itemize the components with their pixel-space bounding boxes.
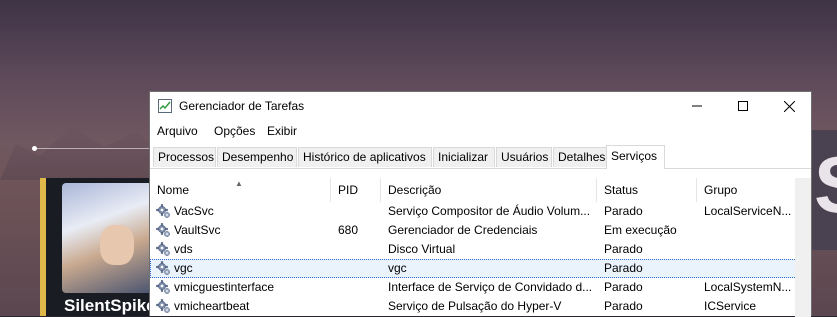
menu-exibir[interactable]: Exibir xyxy=(267,124,297,138)
progress-line xyxy=(34,148,152,149)
column-nome[interactable]: ▲ Nome xyxy=(150,178,330,202)
cell-pid: 680 xyxy=(338,223,359,237)
minimize-button[interactable] xyxy=(674,92,720,120)
tab-bar: Processos Desempenho Histórico de aplica… xyxy=(150,144,811,169)
table-row[interactable]: vmicheartbeat Serviço de Pulsação do Hype… xyxy=(150,297,811,316)
cell-pid xyxy=(338,278,378,297)
cell-name: VacSvc xyxy=(174,204,214,218)
cell-group xyxy=(704,240,792,259)
menu-opcoes[interactable]: Opções xyxy=(214,124,255,138)
cell-group xyxy=(704,221,792,240)
progress-dot xyxy=(32,146,37,151)
cell-name: vgc xyxy=(174,261,193,275)
game-logo-glyph: S xyxy=(814,140,837,230)
player-avatar xyxy=(62,183,152,293)
maximize-button[interactable] xyxy=(720,92,766,120)
cell-status: Parado xyxy=(604,261,643,275)
cell-name: vds xyxy=(174,242,193,256)
tab-inicializar[interactable]: Inicializar xyxy=(433,147,495,167)
service-gear-icon xyxy=(156,204,171,219)
player-card[interactable]: SilentSpike xyxy=(40,178,156,316)
tab-detalhes[interactable]: Detalhes xyxy=(553,147,607,167)
cell-status: Em execução xyxy=(604,223,677,237)
service-gear-icon xyxy=(156,299,171,314)
menu-arquivo[interactable]: Arquivo xyxy=(157,124,198,138)
tab-servicos[interactable]: Serviços xyxy=(606,145,665,169)
table-header: ▲ Nome PID Descrição Status Grupo xyxy=(150,178,811,202)
title-bar[interactable]: Gerenciador de Tarefas xyxy=(150,92,811,120)
cell-group: ICService xyxy=(704,299,757,313)
table-row[interactable]: VacSvc Serviço Compositor de Áudio Volum.… xyxy=(150,202,811,221)
cell-name: vmicguestinterface xyxy=(174,280,275,294)
column-pid[interactable]: PID xyxy=(331,178,381,202)
cell-pid xyxy=(338,202,378,221)
column-descricao[interactable]: Descrição xyxy=(381,178,597,202)
cell-description: Interface de Serviço de Convidado d... xyxy=(388,280,593,294)
cell-description: Disco Virtual xyxy=(388,242,456,256)
vertical-scrollbar[interactable] xyxy=(795,178,811,317)
menu-bar: Arquivo Opções Exibir xyxy=(150,120,811,144)
cell-name: VaultSvc xyxy=(174,223,221,237)
cell-pid xyxy=(338,240,378,259)
cell-description: Serviço Compositor de Áudio Volum... xyxy=(388,204,591,218)
window-title: Gerenciador de Tarefas xyxy=(179,99,305,113)
cell-status: Parado xyxy=(604,280,643,294)
close-button[interactable] xyxy=(766,92,812,120)
column-status[interactable]: Status xyxy=(597,178,697,202)
service-gear-icon xyxy=(156,280,171,295)
cell-description: vgc xyxy=(388,261,407,275)
cell-pid xyxy=(338,259,378,278)
maximize-icon xyxy=(738,101,748,111)
tab-processos[interactable]: Processos xyxy=(153,147,216,167)
cell-group: LocalServiceN... xyxy=(704,204,792,218)
tab-desempenho[interactable]: Desempenho xyxy=(217,147,297,167)
cell-status: Parado xyxy=(604,204,643,218)
table-row[interactable]: vds Disco Virtual Parado xyxy=(150,240,811,259)
service-gear-icon xyxy=(156,223,171,238)
table-row[interactable]: vgc vgc Parado xyxy=(150,259,811,278)
table-row[interactable]: vmicguestinterface Interface de Serviço d… xyxy=(150,278,811,297)
task-manager-window: Gerenciador de Tarefas Arquivo Opções Ex… xyxy=(149,91,812,317)
cell-name: vmicheartbeat xyxy=(174,299,250,313)
cell-pid xyxy=(338,297,378,316)
service-gear-icon xyxy=(156,261,171,276)
minimize-icon xyxy=(692,105,702,107)
cell-group xyxy=(704,259,792,278)
player-name: SilentSpike xyxy=(64,296,156,315)
cell-group: LocalSystemN... xyxy=(704,280,792,294)
close-icon xyxy=(783,100,795,112)
cell-status: Parado xyxy=(604,299,643,313)
task-manager-icon xyxy=(158,99,172,113)
sort-up-icon: ▲ xyxy=(235,179,243,188)
tab-historico[interactable]: Histórico de aplicativos xyxy=(298,147,432,167)
tab-usuarios[interactable]: Usuários xyxy=(496,147,552,167)
avatar-face xyxy=(100,225,134,265)
cell-description: Gerenciador de Credenciais xyxy=(388,223,538,237)
cell-status: Parado xyxy=(604,242,643,256)
cell-description: Serviço de Pulsação do Hyper-V xyxy=(388,299,562,313)
column-grupo[interactable]: Grupo xyxy=(697,178,795,202)
service-gear-icon xyxy=(156,242,171,257)
table-row[interactable]: VaultSvc 680 Gerenciador de Credenciais Em … xyxy=(150,221,811,240)
